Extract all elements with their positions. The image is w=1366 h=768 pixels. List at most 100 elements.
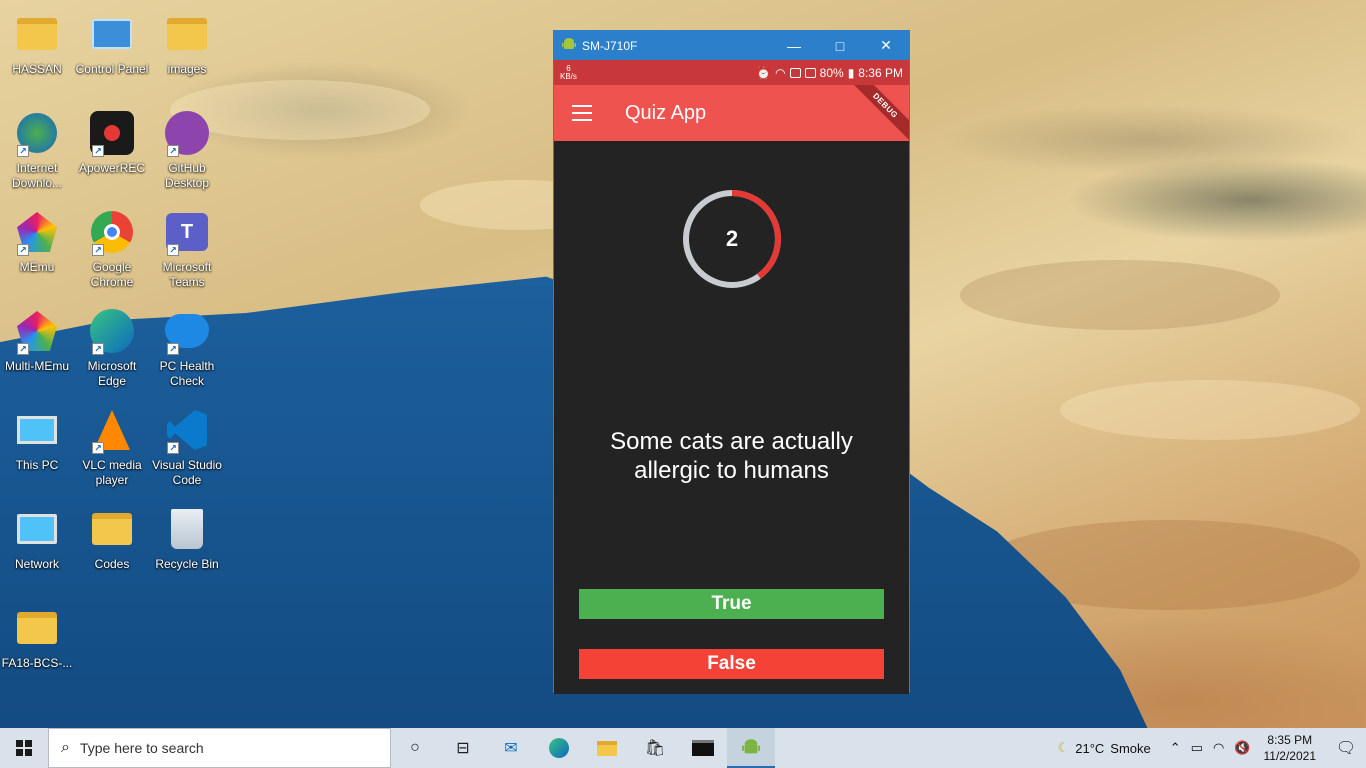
desktop-icon[interactable]: images	[150, 10, 224, 77]
clock-time: 8:35 PM	[1267, 733, 1313, 747]
timer-value: 2	[725, 226, 739, 251]
desktop-icon-label: VLC media player	[82, 458, 142, 487]
chevron-up-icon[interactable]: ⌃	[1170, 740, 1181, 756]
alarm-icon: ⏰	[756, 65, 772, 80]
android-status-bar: 6 KB/s ⏰ ◠ 80% ▮ 8:36 PM	[554, 60, 909, 85]
wifi-tray-icon[interactable]: ◠	[1213, 740, 1224, 756]
store-icon: 🛍	[644, 740, 666, 757]
taskbar-edge[interactable]	[535, 728, 583, 768]
emulator-title-bar[interactable]: SM-J710F — □ ✕	[554, 31, 909, 60]
quiz-body: 2 Some cats are actually allergic to hum…	[554, 141, 909, 694]
shortcut-arrow-icon: ↗	[17, 244, 29, 256]
desktop-icon[interactable]: Network	[0, 505, 74, 572]
desktop-icon[interactable]: Recycle Bin	[150, 505, 224, 572]
wifi-icon: ◠	[775, 65, 786, 80]
desktop-icon[interactable]: ↗ Microsoft Edge	[75, 307, 149, 389]
desktop-icon[interactable]: This PC	[0, 406, 74, 473]
desktop-icon[interactable]: ↗ Multi-MEmu	[0, 307, 74, 374]
edge-icon	[549, 738, 569, 758]
desktop-icon[interactable]: Control Panel	[75, 10, 149, 77]
desktop-icon[interactable]: ↗ Internet Downlo...	[0, 109, 74, 191]
notification-icon: 🗨	[1335, 740, 1357, 757]
desktop-icon-label: Network	[14, 557, 59, 571]
search-placeholder: Type here to search	[79, 740, 204, 756]
desktop-icon-label: Microsoft Teams	[162, 260, 212, 289]
close-button[interactable]: ✕	[863, 31, 909, 60]
task-view-button[interactable]: ⊟	[439, 728, 487, 768]
taskbar-android-emulator[interactable]	[727, 728, 775, 768]
desktop-icon-label: Control Panel	[75, 62, 149, 76]
desktop-icon-label: images	[167, 62, 207, 76]
taskbar: ⌕ Type here to search ○ ⊟ ✉ 🛍 ☾ 21°C Smo…	[0, 728, 1366, 768]
start-button[interactable]	[0, 728, 48, 768]
app-title: Quiz App	[625, 101, 707, 124]
desktop-icon[interactable]: ↗ GitHub Desktop	[150, 109, 224, 191]
moon-icon: ☾	[1057, 740, 1070, 755]
android-icon	[742, 739, 760, 754]
shortcut-arrow-icon: ↗	[167, 343, 179, 355]
battery-percent: 80%	[819, 65, 844, 80]
network-icon	[13, 505, 61, 553]
computer-icon	[13, 406, 61, 454]
notification-button[interactable]: 🗨	[1326, 738, 1366, 758]
windows-logo-icon	[16, 740, 32, 756]
shortcut-arrow-icon: ↗	[17, 145, 29, 157]
weather-widget[interactable]: ☾ 21°C Smoke	[1058, 740, 1151, 756]
minimize-button[interactable]: —	[771, 31, 817, 60]
vscode-icon: ↗	[163, 406, 211, 454]
desktop-icon[interactable]: ↗ ApowerREC	[75, 109, 149, 176]
search-icon: ⌕	[61, 739, 70, 756]
taskbar-file-explorer[interactable]	[583, 728, 631, 768]
battery-tray-icon[interactable]: ▭	[1191, 740, 1203, 756]
shortcut-arrow-icon: ↗	[167, 442, 179, 454]
close-icon: ✕	[880, 37, 892, 53]
weather-desc: Smoke	[1110, 740, 1151, 756]
taskbar-terminal[interactable]	[679, 728, 727, 768]
desktop-icon-label: Microsoft Edge	[87, 359, 137, 388]
desktop-icon-label: This PC	[15, 458, 59, 472]
cortana-button[interactable]: ○	[391, 728, 439, 768]
desktop-icon[interactable]: HASSAN	[0, 10, 74, 77]
taskbar-clock[interactable]: 8:35 PM 11/2/2021	[1264, 732, 1317, 764]
false-button[interactable]: False	[579, 649, 884, 679]
desktop-icon[interactable]: ↗ VLC media player	[75, 406, 149, 488]
shortcut-arrow-icon: ↗	[92, 343, 104, 355]
desktop-icon-label: Multi-MEmu	[4, 359, 69, 373]
desktop-icon[interactable]: ↗ PC Health Check	[150, 307, 224, 389]
countdown-timer: 2	[681, 188, 783, 290]
multi-memu-icon: ↗	[13, 307, 61, 355]
volume-muted-icon[interactable]: 🔇	[1234, 740, 1250, 756]
taskbar-store[interactable]: 🛍	[631, 728, 679, 768]
edge-icon: ↗	[88, 307, 136, 355]
folder-icon	[163, 10, 211, 58]
taskbar-mail[interactable]: ✉	[487, 728, 535, 768]
mail-icon: ✉	[504, 740, 518, 757]
maximize-button[interactable]: □	[817, 31, 863, 60]
true-button[interactable]: True	[579, 589, 884, 619]
emulator-window[interactable]: SM-J710F — □ ✕ 6 KB/s ⏰ ◠ 80% ▮ 8:36 PM …	[553, 30, 910, 694]
maximize-icon: □	[835, 37, 845, 54]
github-icon: ↗	[163, 109, 211, 157]
internet-download-manager-icon: ↗	[13, 109, 61, 157]
teams-icon: T ↗	[163, 208, 211, 256]
desktop-icon-label: PC Health Check	[159, 359, 215, 388]
desktop-icon[interactable]: ↗ MEmu	[0, 208, 74, 275]
desktop-icon-label: GitHub Desktop	[164, 161, 210, 190]
desktop-icon[interactable]: ↗ Google Chrome	[75, 208, 149, 290]
vlc-icon: ↗	[88, 406, 136, 454]
desktop-icon[interactable]: FA18-BCS-...	[0, 604, 74, 671]
folder-icon	[13, 604, 61, 652]
file-explorer-icon	[597, 740, 617, 756]
desktop-icon[interactable]: Codes	[75, 505, 149, 572]
desktop-icon[interactable]: ↗ Visual Studio Code	[150, 406, 224, 488]
menu-icon[interactable]	[572, 105, 592, 121]
chrome-icon: ↗	[88, 208, 136, 256]
desktop-icon-label: MEmu	[19, 260, 55, 274]
app-bar: Quiz App DEBUG	[554, 85, 909, 141]
taskbar-search-box[interactable]: ⌕ Type here to search	[48, 728, 391, 768]
desktop-icon-label: Recycle Bin	[155, 557, 219, 571]
desktop-icon-label: Google Chrome	[90, 260, 134, 289]
desktop-icon-label: Codes	[94, 557, 130, 571]
desktop-icon-label: HASSAN	[12, 62, 62, 76]
desktop-icon[interactable]: T ↗ Microsoft Teams	[150, 208, 224, 290]
